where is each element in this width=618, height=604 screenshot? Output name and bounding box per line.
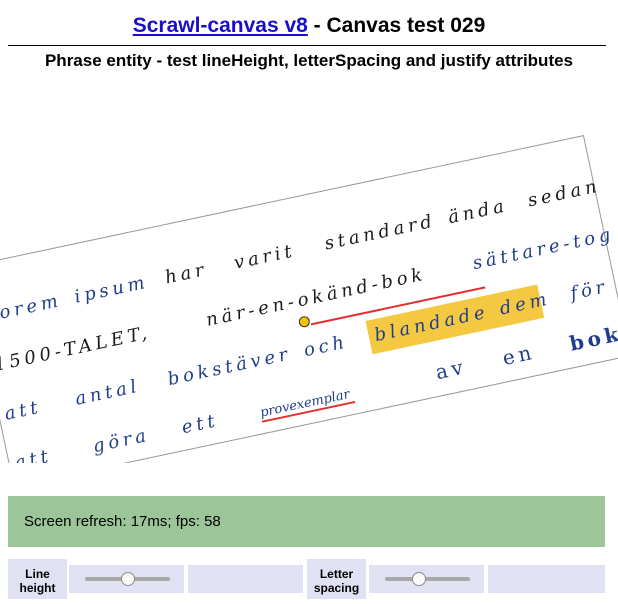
page-subtitle: Phrase entity - test lineHeight, letterS… (44, 51, 574, 70)
line-height-label-line1: Line (25, 567, 50, 581)
letter-spacing-extra-cell (488, 565, 605, 593)
letter-spacing-slider-thumb[interactable] (412, 572, 426, 586)
demo-canvas[interactable]: Loremipsum har varitstandard ändasedan1500-… (0, 128, 618, 463)
line-height-slider-thumb[interactable] (120, 572, 135, 586)
title-divider (8, 45, 606, 46)
status-bar: Screen refresh: 17ms; fps: 58 (8, 496, 605, 547)
line-height-slider-cell (69, 565, 184, 593)
letter-spacing-label-line2: spacing (313, 581, 360, 595)
letter-spacing-label-line1: Letter (319, 567, 354, 581)
letter-spacing-slider-track[interactable] (385, 577, 470, 581)
scrawl-canvas-link[interactable]: Scrawl-canvas v8 (133, 14, 308, 37)
page-title: Scrawl-canvas v8 - Canvas test 029 (0, 14, 618, 38)
page-title-rest: - Canvas test 029 (307, 14, 486, 37)
line-height-label-cell: Line height (8, 559, 67, 599)
line-height-extra-cell (188, 565, 303, 593)
letter-spacing-label-cell: Letter spacing (307, 559, 366, 599)
line-height-label-line2: height (19, 581, 56, 595)
letter-spacing-slider-cell (369, 565, 484, 593)
